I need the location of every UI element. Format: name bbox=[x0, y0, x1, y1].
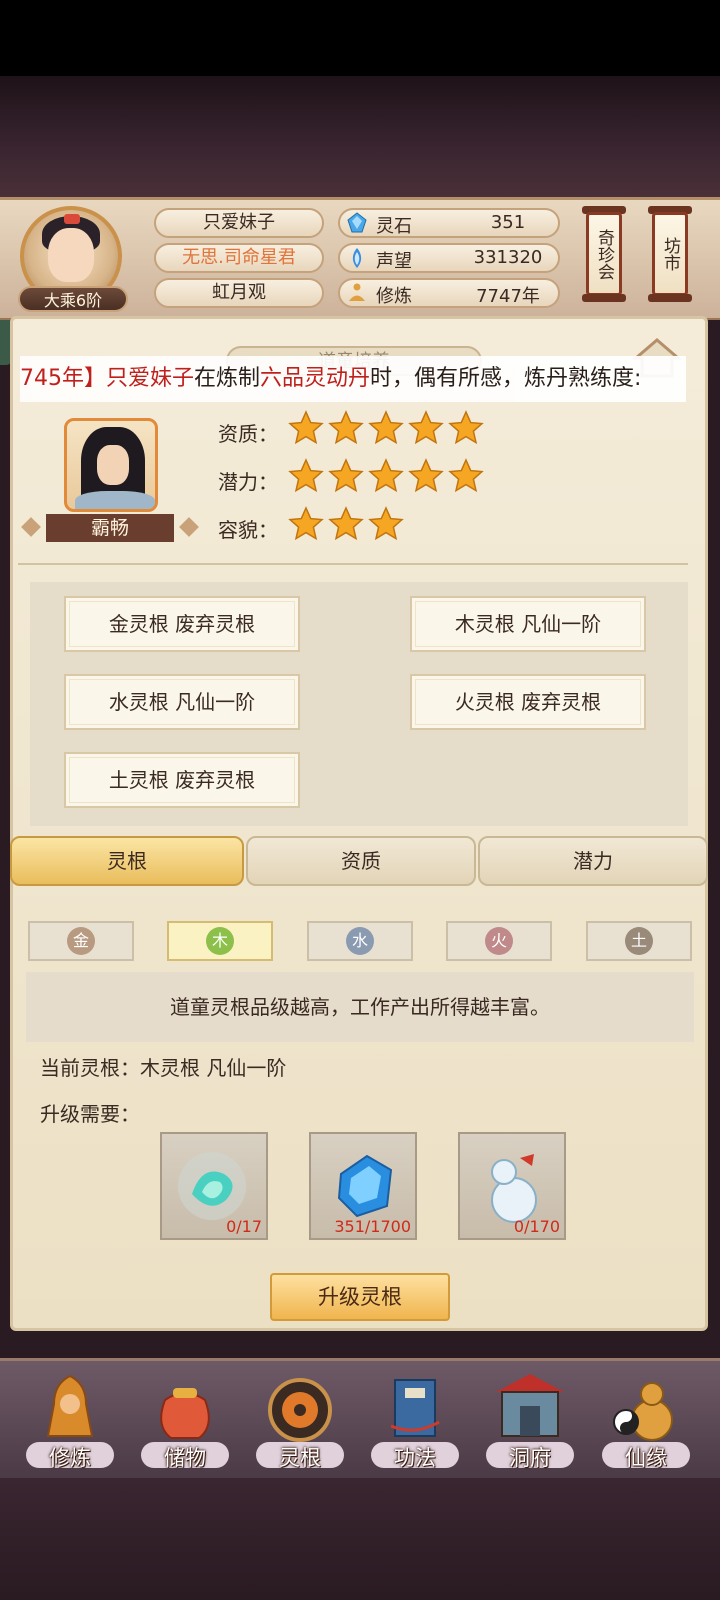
stat-prestige: 声望 331320 bbox=[338, 243, 560, 273]
cultivation-icon bbox=[349, 283, 365, 301]
element-dot: 水 bbox=[346, 927, 374, 955]
material-count: 0/17 bbox=[226, 1217, 262, 1236]
ticker-year: 745年】 bbox=[20, 366, 106, 391]
root-water[interactable]: 水灵根 凡仙一阶 bbox=[64, 674, 300, 730]
element-dot: 火 bbox=[485, 927, 513, 955]
attr-label: 潜力： bbox=[218, 470, 278, 494]
current-root: 当前灵根：木灵根 凡仙一阶 bbox=[40, 1056, 287, 1080]
prestige-icon bbox=[352, 248, 362, 268]
rank-badge: 大乘6阶 bbox=[18, 286, 128, 312]
stat-label: 灵石 bbox=[376, 216, 412, 237]
ticker-text: 在炼制 bbox=[194, 366, 261, 391]
star-icon bbox=[328, 458, 364, 493]
nav-storage[interactable]: 储物 bbox=[135, 1362, 235, 1478]
scroll-cap bbox=[582, 294, 626, 302]
star-icon bbox=[288, 458, 324, 493]
star-icon bbox=[288, 506, 324, 541]
news-ticker: 745年】只爱妹子在炼制六品灵动丹时，偶有所感，炼丹熟练度: bbox=[20, 356, 686, 402]
market-button[interactable]: 坊市 bbox=[652, 212, 688, 296]
bottom-background bbox=[0, 1478, 720, 1600]
element-wood-button[interactable]: 木 bbox=[167, 921, 273, 961]
root-description: 道童灵根品级越高，工作产出所得越丰富。 bbox=[26, 972, 694, 1042]
nav-cultivate[interactable]: 修炼 bbox=[20, 1362, 120, 1478]
element-dot: 金 bbox=[67, 927, 95, 955]
stat-value: 7747年 bbox=[476, 286, 540, 307]
star-rating bbox=[288, 506, 404, 542]
status-bar-area bbox=[0, 0, 720, 76]
star-icon bbox=[368, 506, 404, 541]
ticker-item: 六品灵动丹 bbox=[260, 366, 371, 391]
material-slot[interactable]: 351/1700 bbox=[309, 1132, 417, 1240]
star-icon bbox=[408, 458, 444, 493]
spirit-stone-icon bbox=[347, 212, 367, 233]
material-count: 0/170 bbox=[513, 1217, 560, 1236]
nav-label: 功法 bbox=[394, 1446, 436, 1470]
star-icon bbox=[448, 410, 484, 445]
ticker-text: 时，偶有所感，炼丹熟练度: bbox=[370, 366, 642, 391]
stat-label: 声望 bbox=[376, 251, 412, 272]
tab-spirit-root[interactable]: 灵根 bbox=[10, 836, 244, 886]
disciple-portrait[interactable] bbox=[64, 418, 158, 512]
portrait-face bbox=[97, 445, 129, 485]
star-icon bbox=[328, 410, 364, 445]
portrait-robe bbox=[75, 491, 155, 509]
player-title: 无思.司命星君 bbox=[154, 243, 324, 273]
nav-fate[interactable]: 仙缘 bbox=[596, 1362, 696, 1478]
star-rating bbox=[288, 410, 484, 446]
nav-label: 修炼 bbox=[49, 1446, 91, 1470]
attr-label: 资质： bbox=[218, 422, 278, 446]
scroll-cap bbox=[648, 294, 692, 302]
stat-cultivation: 修炼 7747年 bbox=[338, 278, 560, 308]
nav-label: 洞府 bbox=[509, 1446, 551, 1470]
star-icon bbox=[408, 410, 444, 445]
element-earth-button[interactable]: 土 bbox=[586, 921, 692, 961]
nav-label: 灵根 bbox=[279, 1446, 321, 1470]
root-wood[interactable]: 木灵根 凡仙一阶 bbox=[410, 596, 646, 652]
star-rating bbox=[288, 458, 484, 494]
nav-spirit-root[interactable]: 灵根 bbox=[250, 1362, 350, 1478]
player-name: 只爱妹子 bbox=[154, 208, 324, 238]
root-fire[interactable]: 火灵根 废弃灵根 bbox=[410, 674, 646, 730]
material-slot[interactable]: 0/170 bbox=[458, 1132, 566, 1240]
element-fire-button[interactable]: 火 bbox=[446, 921, 552, 961]
root-metal[interactable]: 金灵根 废弃灵根 bbox=[64, 596, 300, 652]
upgrade-root-button[interactable]: 升级灵根 bbox=[270, 1273, 450, 1321]
nav-label: 仙缘 bbox=[625, 1446, 667, 1470]
upgrade-need-label: 升级需要： bbox=[40, 1102, 140, 1126]
stat-label: 修炼 bbox=[376, 286, 412, 307]
star-icon bbox=[448, 458, 484, 493]
stat-spirit-stone: 灵石 351 bbox=[338, 208, 560, 238]
element-dot: 土 bbox=[625, 927, 653, 955]
element-dot: 木 bbox=[206, 927, 234, 955]
tab-potential[interactable]: 潜力 bbox=[478, 836, 708, 886]
attr-label: 容貌： bbox=[218, 518, 278, 542]
star-icon bbox=[368, 458, 404, 493]
tab-aptitude[interactable]: 资质 bbox=[246, 836, 476, 886]
ticker-player: 只爱妹子 bbox=[106, 366, 195, 391]
star-icon bbox=[368, 410, 404, 445]
root-earth[interactable]: 土灵根 废弃灵根 bbox=[64, 752, 300, 808]
avatar-face bbox=[48, 228, 94, 282]
stat-value: 351 bbox=[490, 212, 526, 233]
star-icon bbox=[328, 506, 364, 541]
element-water-button[interactable]: 水 bbox=[307, 921, 413, 961]
nav-technique[interactable]: 功法 bbox=[365, 1362, 465, 1478]
nav-cave[interactable]: 洞府 bbox=[480, 1362, 580, 1478]
element-metal-button[interactable]: 金 bbox=[28, 921, 134, 961]
top-background bbox=[0, 76, 720, 198]
material-slot[interactable]: 0/17 bbox=[160, 1132, 268, 1240]
treasure-fair-button[interactable]: 奇珍会 bbox=[586, 212, 622, 296]
stat-value: 331320 bbox=[473, 247, 543, 268]
player-sect: 虹月观 bbox=[154, 278, 324, 308]
avatar-crown bbox=[64, 214, 80, 224]
material-count: 351/1700 bbox=[334, 1217, 411, 1236]
star-icon bbox=[288, 410, 324, 445]
nav-label: 储物 bbox=[164, 1446, 206, 1470]
disciple-name: 霸畅 bbox=[46, 514, 174, 542]
